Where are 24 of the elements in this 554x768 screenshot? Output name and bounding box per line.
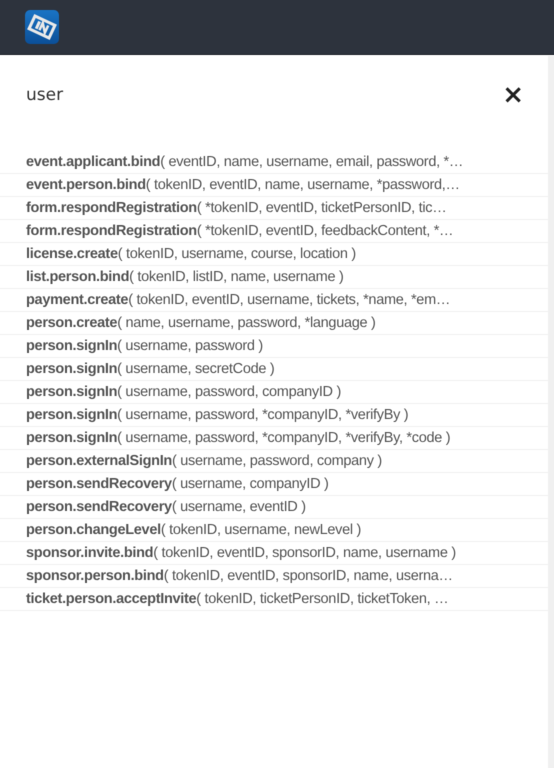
result-item[interactable]: person.signIn( username, password ) <box>26 338 263 354</box>
result-item[interactable]: person.signIn( username, password, companyID ) <box>26 384 341 400</box>
result-item[interactable]: person.sendRecovery( username, eventID ) <box>26 499 306 515</box>
result-item[interactable]: person.signIn( username, password, *companyID, *verifyBy, *code ) <box>26 430 450 446</box>
result-item[interactable]: event.person.bind( tokenID, eventID, name, username, *password,… <box>26 177 460 193</box>
result-item[interactable]: form.respondRegistration( *tokenID, eventID, ticketPersonID, tic… <box>26 200 446 216</box>
result-item[interactable]: person.signIn( username, password, *companyID, *verifyBy ) <box>26 407 408 423</box>
result-item[interactable]: payment.create( tokenID, eventID, username, tickets, *name, *em… <box>26 292 450 308</box>
close-button[interactable]: × <box>502 82 524 108</box>
search-field[interactable]: user <box>26 85 326 105</box>
result-item[interactable]: person.signIn( username, secretCode ) <box>26 361 274 377</box>
result-item[interactable]: list.person.bind( tokenID, listID, name, username ) <box>26 269 344 285</box>
result-item[interactable]: person.sendRecovery( username, companyID ) <box>26 476 328 492</box>
result-item[interactable]: ticket.person.acceptInvite( tokenID, ticketPersonID, ticketToken, … <box>26 591 448 607</box>
result-item[interactable]: person.create( name, username, password, *language ) <box>26 315 376 331</box>
scrollbar[interactable] <box>548 56 554 768</box>
result-item[interactable]: form.respondRegistration( *tokenID, eventID, feedbackContent, *… <box>26 223 454 239</box>
result-item[interactable]: event.applicant.bind( eventID, name, username, email, password, *… <box>26 154 464 170</box>
logo-icon[interactable] <box>25 10 59 44</box>
result-item[interactable]: sponsor.person.bind( tokenID, eventID, sponsorID, name, userna… <box>26 568 453 584</box>
result-item[interactable]: license.create( tokenID, username, course, location ) <box>26 246 356 262</box>
result-item[interactable]: sponsor.invite.bind( tokenID, eventID, sponsorID, name, username ) <box>26 545 456 561</box>
result-item[interactable]: person.externalSignIn( username, password, company ) <box>26 453 382 469</box>
result-item[interactable]: person.changeLevel( tokenID, username, newLevel ) <box>26 522 362 538</box>
